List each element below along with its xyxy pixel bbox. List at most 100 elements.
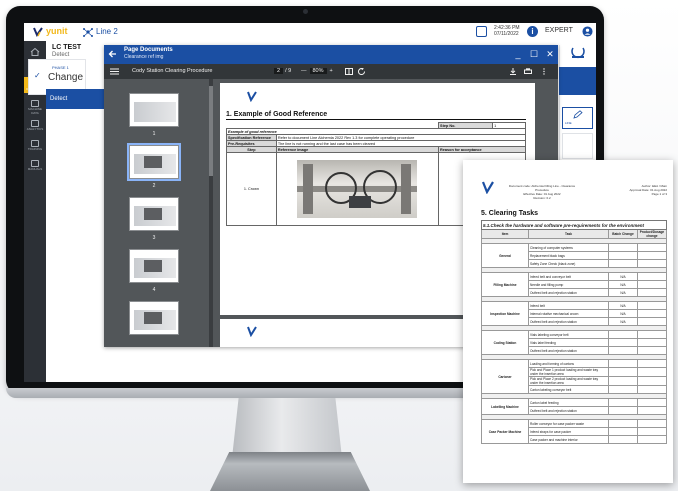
nav-item-analytics[interactable]: ANALYTICS — [24, 117, 46, 133]
thumbnail-content — [134, 102, 176, 122]
task-cell: Infeed belt — [528, 301, 609, 310]
info-icon[interactable]: i — [527, 26, 538, 37]
line-selector[interactable]: Line 2 — [96, 27, 118, 36]
nav-item-machine-data[interactable]: MACHINE DATA — [24, 97, 46, 115]
nav-caption: ANALYTICS — [26, 127, 44, 131]
batch-change-cell — [608, 359, 638, 368]
col-batch-change: Batch Change — [608, 229, 638, 239]
user-role: EXPERT — [545, 27, 573, 34]
task-cell: Replacement black bags — [528, 251, 609, 260]
back-arrow-icon[interactable] — [108, 49, 118, 59]
group-name: General — [481, 243, 529, 268]
check-icon: ✓ — [34, 71, 41, 80]
phase-name: Change — [48, 72, 84, 83]
page-thumbnail[interactable] — [129, 93, 179, 127]
batch-change-cell — [608, 243, 638, 252]
line-card-label: LINE — [565, 121, 572, 125]
modal-title: Page Documents — [124, 47, 173, 53]
pdf-toolbar: Cody Station Clearing Procedure 2/ 9 —80… — [104, 64, 558, 79]
close-button[interactable]: ✕ — [544, 48, 556, 60]
clock: 2:42:36 PM 07/11/2022 — [494, 25, 520, 37]
task-cell: Internal rotative mechanical crown — [528, 309, 609, 318]
user-icon[interactable] — [582, 26, 593, 37]
training-icon — [31, 140, 39, 147]
nav-item-training[interactable]: TRAINING — [24, 137, 46, 153]
task-cell: Vials labeling conveyor belt — [528, 330, 609, 339]
photo-post — [401, 164, 412, 214]
thumbnail-number: 1 — [152, 131, 156, 137]
task-cell: Carton labeling conveyor belt — [528, 385, 609, 394]
batch-change-cell — [608, 385, 638, 394]
step-cell: 1. Crown — [226, 152, 277, 226]
sheet-logo-icon — [481, 181, 494, 194]
batch-change-cell: N/A — [608, 280, 638, 289]
zoom-controls: —80% + — [301, 68, 333, 74]
more-options-icon[interactable] — [540, 68, 548, 75]
modal-header: Page Documents Clearance ref img _ ☐ ✕ — [104, 45, 558, 64]
home-icon — [30, 48, 40, 56]
revision: Revision: 0.2 — [533, 196, 551, 200]
product-change-cell — [637, 367, 667, 377]
nav-caption: MANUALS — [27, 167, 43, 171]
thumbnail-image — [144, 260, 162, 272]
batch-change-cell — [608, 346, 638, 355]
group-name: Filling Machine — [481, 272, 529, 297]
rotate-icon[interactable] — [358, 68, 366, 75]
zoom-out-button[interactable]: — — [301, 68, 307, 74]
right-panel-active-item[interactable] — [559, 67, 596, 95]
print-icon[interactable] — [524, 68, 532, 75]
group-name: Coding Station — [481, 330, 529, 355]
fit-page-icon[interactable] — [345, 68, 353, 75]
nav-item-manuals[interactable]: MANUALS — [24, 157, 46, 173]
reference-image-cell — [275, 152, 440, 226]
sheet-header-right: Author: EEA / Main Approval Date: 01 Aug… — [609, 184, 667, 196]
table-row: Case Packer Machine Roller conveyor for c… — [481, 419, 667, 444]
product-change-cell — [637, 280, 667, 289]
line-card[interactable] — [562, 107, 593, 129]
clearing-tasks-table: 5.1.Check the hardware and software pre-… — [481, 220, 667, 444]
page-thumbnail[interactable] — [129, 197, 179, 231]
thumbnail-image — [144, 208, 162, 220]
menu-icon[interactable] — [110, 68, 119, 75]
product-change-cell — [637, 317, 667, 326]
zoom-level[interactable]: 80% — [309, 68, 327, 74]
document-logo-icon — [247, 326, 257, 337]
page-thumbnail-selected[interactable] — [127, 143, 181, 181]
product-change-cell — [637, 398, 667, 407]
thumbnail-scroll-thumb[interactable] — [209, 86, 213, 176]
clearing-tasks-sheet: Document code: Alchemia Filling Line - C… — [463, 160, 673, 483]
page-number-input[interactable]: 2 — [274, 68, 284, 74]
page-indicator: 2/ 9 — [274, 68, 291, 74]
group-name: Inspection Machine — [481, 301, 529, 326]
task-cell: Outfeed belt and rejection station — [528, 406, 609, 415]
machine-photo — [297, 160, 418, 218]
task-cell: Cleaning of computer systems — [528, 243, 609, 252]
maximize-button[interactable]: ☐ — [528, 48, 540, 60]
company-logo-icon — [571, 47, 585, 58]
batch-change-cell — [608, 427, 638, 436]
batch-change-cell: N/A — [608, 309, 638, 318]
task-cell: Needle and filling pump — [528, 280, 609, 289]
batch-change-cell — [608, 398, 638, 407]
monitor-stand — [232, 398, 342, 458]
page-count: Page 1 of 3 — [651, 192, 667, 196]
batch-change-cell — [608, 338, 638, 347]
sheet-header-center: Document code: Alchemia Filling Line - C… — [507, 184, 577, 200]
minimize-button[interactable]: _ — [512, 48, 524, 60]
network-icon[interactable] — [82, 26, 94, 38]
table-row: Cartoner Loading and forming of cartons — [481, 359, 667, 394]
manuals-icon — [31, 160, 39, 167]
calendar-icon[interactable] — [476, 26, 487, 37]
zoom-in-button[interactable]: + — [330, 68, 333, 74]
product-change-cell — [637, 427, 667, 436]
home-nav-item[interactable] — [24, 45, 46, 59]
modal-subtitle: Clearance ref img — [124, 54, 164, 60]
top-bar: yunit Line 2 2:42:36 PM 07/11/2022 i EXP… — [24, 23, 596, 42]
product-change-cell — [637, 419, 667, 428]
page-thumbnail[interactable] — [129, 249, 179, 283]
download-icon[interactable] — [509, 68, 517, 75]
product-change-cell — [637, 359, 667, 368]
page-thumbnail[interactable] — [129, 301, 179, 335]
sheet-title: 5. Clearing Tasks — [481, 210, 539, 217]
task-cell: Pick and Place 1 product loading and was… — [528, 367, 609, 377]
